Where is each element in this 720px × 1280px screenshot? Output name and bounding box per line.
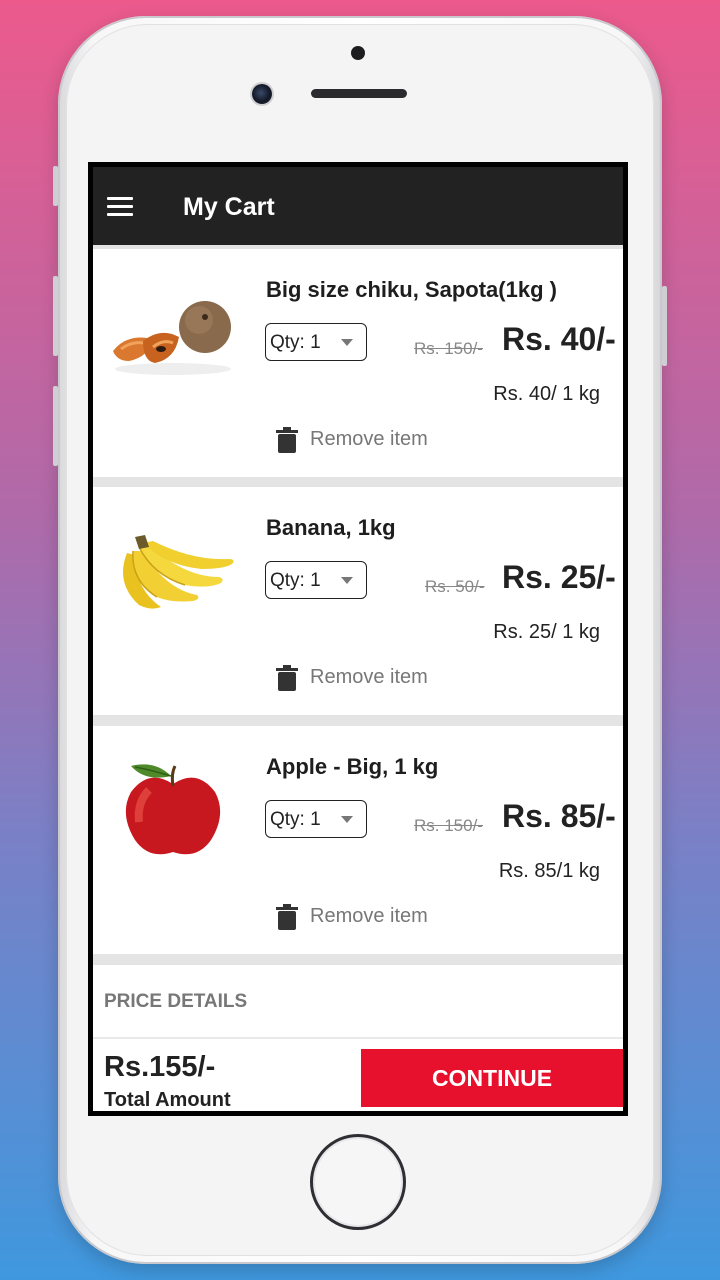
cart-item: Apple - Big, 1 kg Qty: 1 Rs. 150/- Rs. 8…: [93, 726, 623, 954]
quantity-dropdown[interactable]: Qty: 1: [265, 323, 367, 361]
caret-down-icon: [341, 339, 353, 346]
item-name: Banana, 1kg: [266, 515, 396, 540]
cart-item: Big size chiku, Sapota(1kg ) Qty: 1 Rs. …: [93, 249, 623, 477]
app-bar: My Cart: [93, 167, 623, 245]
item-price: Rs. 25/-: [502, 559, 616, 595]
banana-image: [123, 535, 234, 609]
item-price: Rs. 85/-: [502, 798, 616, 834]
remove-item-label: Remove item: [310, 666, 428, 688]
original-price: Rs. 50/-: [425, 577, 485, 596]
phone-screen: My Cart Big size chiku, Sapota(1kg ) Qty…: [88, 162, 628, 1116]
page-title: My Cart: [183, 193, 275, 221]
mute-switch: [53, 166, 58, 206]
price-details-section: PRICE DETAILS: [93, 965, 623, 1037]
continue-button[interactable]: CONTINUE: [361, 1049, 623, 1107]
quantity-dropdown[interactable]: Qty: 1: [265, 561, 367, 599]
item-name: Apple - Big, 1 kg: [266, 754, 439, 779]
total-amount-label: Total Amount: [104, 1089, 231, 1111]
original-price: Rs. 150/-: [414, 816, 483, 835]
home-button[interactable]: [310, 1134, 406, 1230]
app-screen: My Cart Big size chiku, Sapota(1kg ) Qty…: [93, 167, 623, 1111]
total-amount-value: Rs.155/-: [104, 1051, 216, 1083]
sapota-image: [113, 301, 231, 375]
remove-item-label: Remove item: [310, 428, 428, 450]
caret-down-icon: [341, 577, 353, 584]
item-price: Rs. 40/-: [502, 321, 616, 357]
menu-icon[interactable]: [107, 197, 135, 217]
unit-price: Rs. 85/1 kg: [498, 860, 600, 882]
trash-icon: [276, 427, 298, 453]
quantity-dropdown[interactable]: Qty: 1: [265, 800, 367, 838]
power-button: [662, 286, 667, 366]
volume-down-button: [53, 386, 58, 466]
front-camera: [252, 84, 272, 104]
cart-item: Banana, 1kg Qty: 1 Rs. 50/- Rs. 25/- Rs.…: [93, 487, 623, 715]
original-price: Rs. 150/-: [414, 339, 483, 358]
unit-price: Rs. 25/ 1 kg: [493, 621, 600, 643]
trash-icon: [276, 665, 298, 691]
quantity-label: Qty: 1: [270, 809, 321, 830]
trash-icon: [276, 904, 298, 930]
price-details-heading: PRICE DETAILS: [104, 991, 248, 1012]
item-name: Big size chiku, Sapota(1kg ): [266, 277, 557, 302]
apple-image: [125, 764, 221, 855]
caret-down-icon: [341, 816, 353, 823]
quantity-label: Qty: 1: [270, 570, 321, 591]
quantity-label: Qty: 1: [270, 332, 321, 353]
checkout-bar: Rs.155/- Total Amount CONTINUE: [93, 1039, 623, 1111]
earpiece-speaker: [311, 89, 407, 98]
volume-up-button: [53, 276, 58, 356]
proximity-sensor: [351, 46, 365, 60]
remove-item-label: Remove item: [310, 905, 428, 927]
unit-price: Rs. 40/ 1 kg: [493, 383, 600, 405]
